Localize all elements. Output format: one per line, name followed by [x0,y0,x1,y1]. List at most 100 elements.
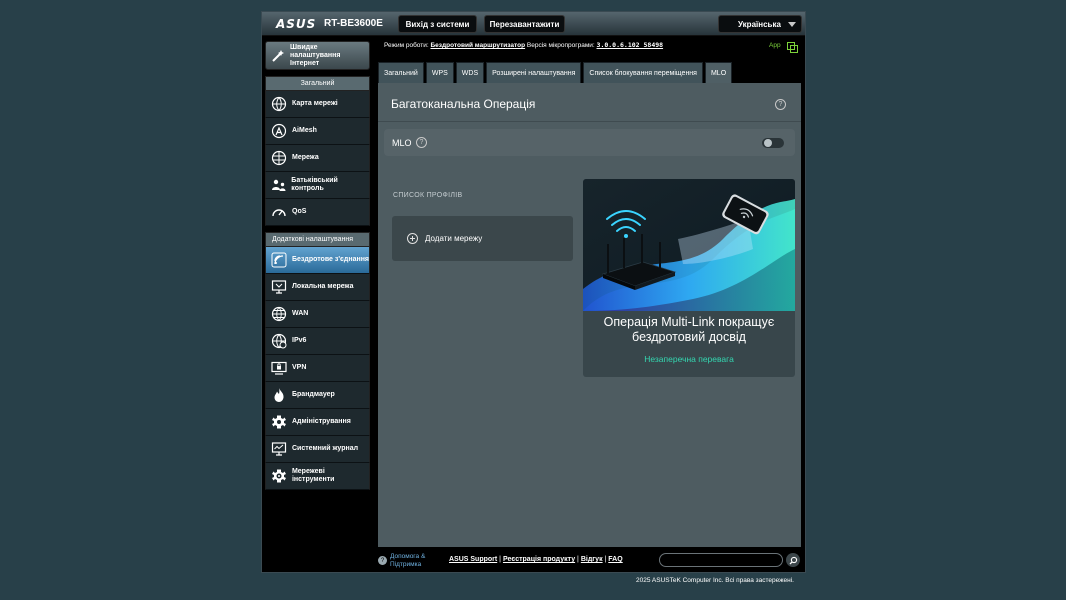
administration-icon [270,413,288,431]
quick-setup-label: Швидке налаштування Інтернет [290,43,341,67]
sidebar-item-globe-network[interactable]: Мережа [265,145,370,172]
sidebar-item-label: Адміністрування [292,418,351,425]
operation-mode-label: Режим роботи: [384,42,429,49]
mlo-panel: Багатоканальна Операція ? MLO ? СПИСОК П… [378,83,801,547]
sidebar-item-label: Локальна мережа [292,283,354,290]
ipv6-icon [270,332,288,350]
language-select[interactable]: Українська [718,15,802,33]
sidebar-item-label: IPv6 [292,337,307,344]
divider [378,121,801,122]
help-support-link[interactable]: ? Допомога & Підтримка [378,553,438,569]
parental-control-icon [270,176,287,194]
model-name: RT-BE3600E [324,18,383,29]
system-log-icon [270,440,288,458]
aimesh-icon [270,122,288,140]
sidebar-item-ipv6[interactable]: IPv6 [265,328,370,355]
firmware-version-link[interactable]: 3.0.0.6.102_58498 [597,41,664,49]
page-title: Багатоканальна Операція [391,97,536,111]
copyright-text: 2025 ASUSTeK Computer Inc. Всі права зас… [636,577,794,584]
sidebar-item-network-map[interactable]: Карта мережі [265,91,370,118]
sidebar-item-label: Мережа [292,154,319,161]
tab-wds[interactable]: WDS [455,62,485,83]
sidebar-item-wan-globe[interactable]: WAN [265,301,370,328]
vpn-icon [270,359,288,377]
sidebar-item-vpn[interactable]: VPN [265,355,370,382]
tab-wps[interactable]: WPS [425,62,454,83]
reboot-button[interactable]: Перезавантажити [484,15,565,33]
sidebar-item-system-log[interactable]: Системний журнал [265,436,370,463]
mlo-promo-card: Операція Multi-Link покращує бездротовий… [583,179,795,377]
network-map-icon [270,95,288,113]
footer-links: ASUS Support | Реєстрація продукту | Від… [449,556,623,563]
app-qr-icon[interactable] [787,40,798,58]
sidebar-item-label: WAN [292,310,309,317]
sidebar: Швидке налаштування Інтернет Загальний К… [265,41,370,490]
sidebar-item-qos-gauge[interactable]: QoS [265,199,370,226]
sidebar-item-label: QoS [292,208,307,215]
asus-logo: ASUS [276,17,317,31]
search-button[interactable] [786,553,800,567]
qos-gauge-icon [270,203,288,221]
search-icon [789,556,797,564]
add-network-label: Додати мережу [425,234,483,243]
profile-list-heading: СПИСОК ПРОФІЛІВ [393,192,463,199]
sidebar-item-label: Брандмауер [292,391,335,398]
product-registration-link[interactable]: Реєстрація продукту [503,556,575,563]
sidebar-item-label: Батьківський контроль [291,177,338,192]
globe-network-icon [270,149,288,167]
sidebar-item-label: Бездротове з'єднання [292,256,369,263]
general-menu: Карта мережі AiMesh Мережа Батьківський кон… [265,91,370,226]
sidebar-item-aimesh[interactable]: AiMesh [265,118,370,145]
sidebar-item-label: Системний журнал [292,445,359,452]
faq-link[interactable]: FAQ [608,556,622,563]
app-label[interactable]: App [769,42,781,49]
sidebar-item-label: Мережеві інструменти [291,468,335,483]
advanced-menu: Бездротове з'єднання Локальна мережа WAN IP… [265,247,370,490]
promo-title: Операція Multi-Link покращує бездротовий… [603,315,775,344]
network-tools-icon [270,467,288,485]
mlo-help-icon[interactable]: ? [416,137,427,148]
magic-wand-icon [270,48,286,64]
general-section-header: Загальний [265,76,370,91]
mlo-label: MLO [392,138,412,148]
sidebar-item-label: Карта мережі [292,100,338,107]
tab-roaming-block-list[interactable]: Список блокування переміщення [583,62,703,83]
add-network-button[interactable]: Додати мережу [392,216,573,261]
operation-mode-link[interactable]: Бездротовий маршрутизатор [431,42,526,49]
firmware-label: Версія мікропрограми: [526,42,595,49]
language-value: Українська [738,19,781,29]
top-bar: ASUS RT-BE3600E Вихід з системи Перезава… [262,12,805,36]
faq-search-input[interactable] [659,553,783,567]
firewall-icon [270,386,288,404]
chevron-down-icon [788,22,796,27]
sidebar-item-lan[interactable]: Локальна мережа [265,274,370,301]
status-info-line: Режим роботи: Бездротовий маршрутизатор … [384,41,663,49]
help-icon[interactable]: ? [775,99,786,110]
toggle-knob [764,139,772,147]
plus-circle-icon [407,233,418,244]
mlo-setting-row: MLO ? [384,129,795,156]
tab-bar: Загальний WPS WDS Розширені налаштування Спи… [378,62,733,83]
feedback-link[interactable]: Відгук [581,556,603,563]
wireless-icon [270,251,288,269]
sidebar-item-wireless[interactable]: Бездротове з'єднання [265,247,370,274]
router-admin-window: ASUS RT-BE3600E Вихід з системи Перезава… [261,11,806,573]
wan-globe-icon [270,305,288,323]
router-phone-illustration [583,179,795,311]
sidebar-item-label: AiMesh [292,127,317,134]
advanced-section-header: Додаткові налаштування [265,232,370,247]
sidebar-item-network-tools[interactable]: Мережеві інструменти [265,463,370,490]
logout-button[interactable]: Вихід з системи [398,15,477,33]
quick-setup-button[interactable]: Швидке налаштування Інтернет [265,41,370,70]
tab-mlo[interactable]: MLO [704,62,733,83]
promo-link[interactable]: Незаперечна перевага [583,354,795,364]
tab-advanced-settings[interactable]: Розширені налаштування [486,62,582,83]
tab-general[interactable]: Загальний [378,62,424,83]
sidebar-item-administration[interactable]: Адміністрування [265,409,370,436]
sidebar-item-firewall[interactable]: Брандмауер [265,382,370,409]
mlo-toggle[interactable] [762,138,784,148]
lan-icon [270,278,288,296]
help-support-label: Допомога & Підтримка [390,553,426,568]
asus-support-link[interactable]: ASUS Support [449,556,497,563]
sidebar-item-parental-control[interactable]: Батьківський контроль [265,172,370,199]
